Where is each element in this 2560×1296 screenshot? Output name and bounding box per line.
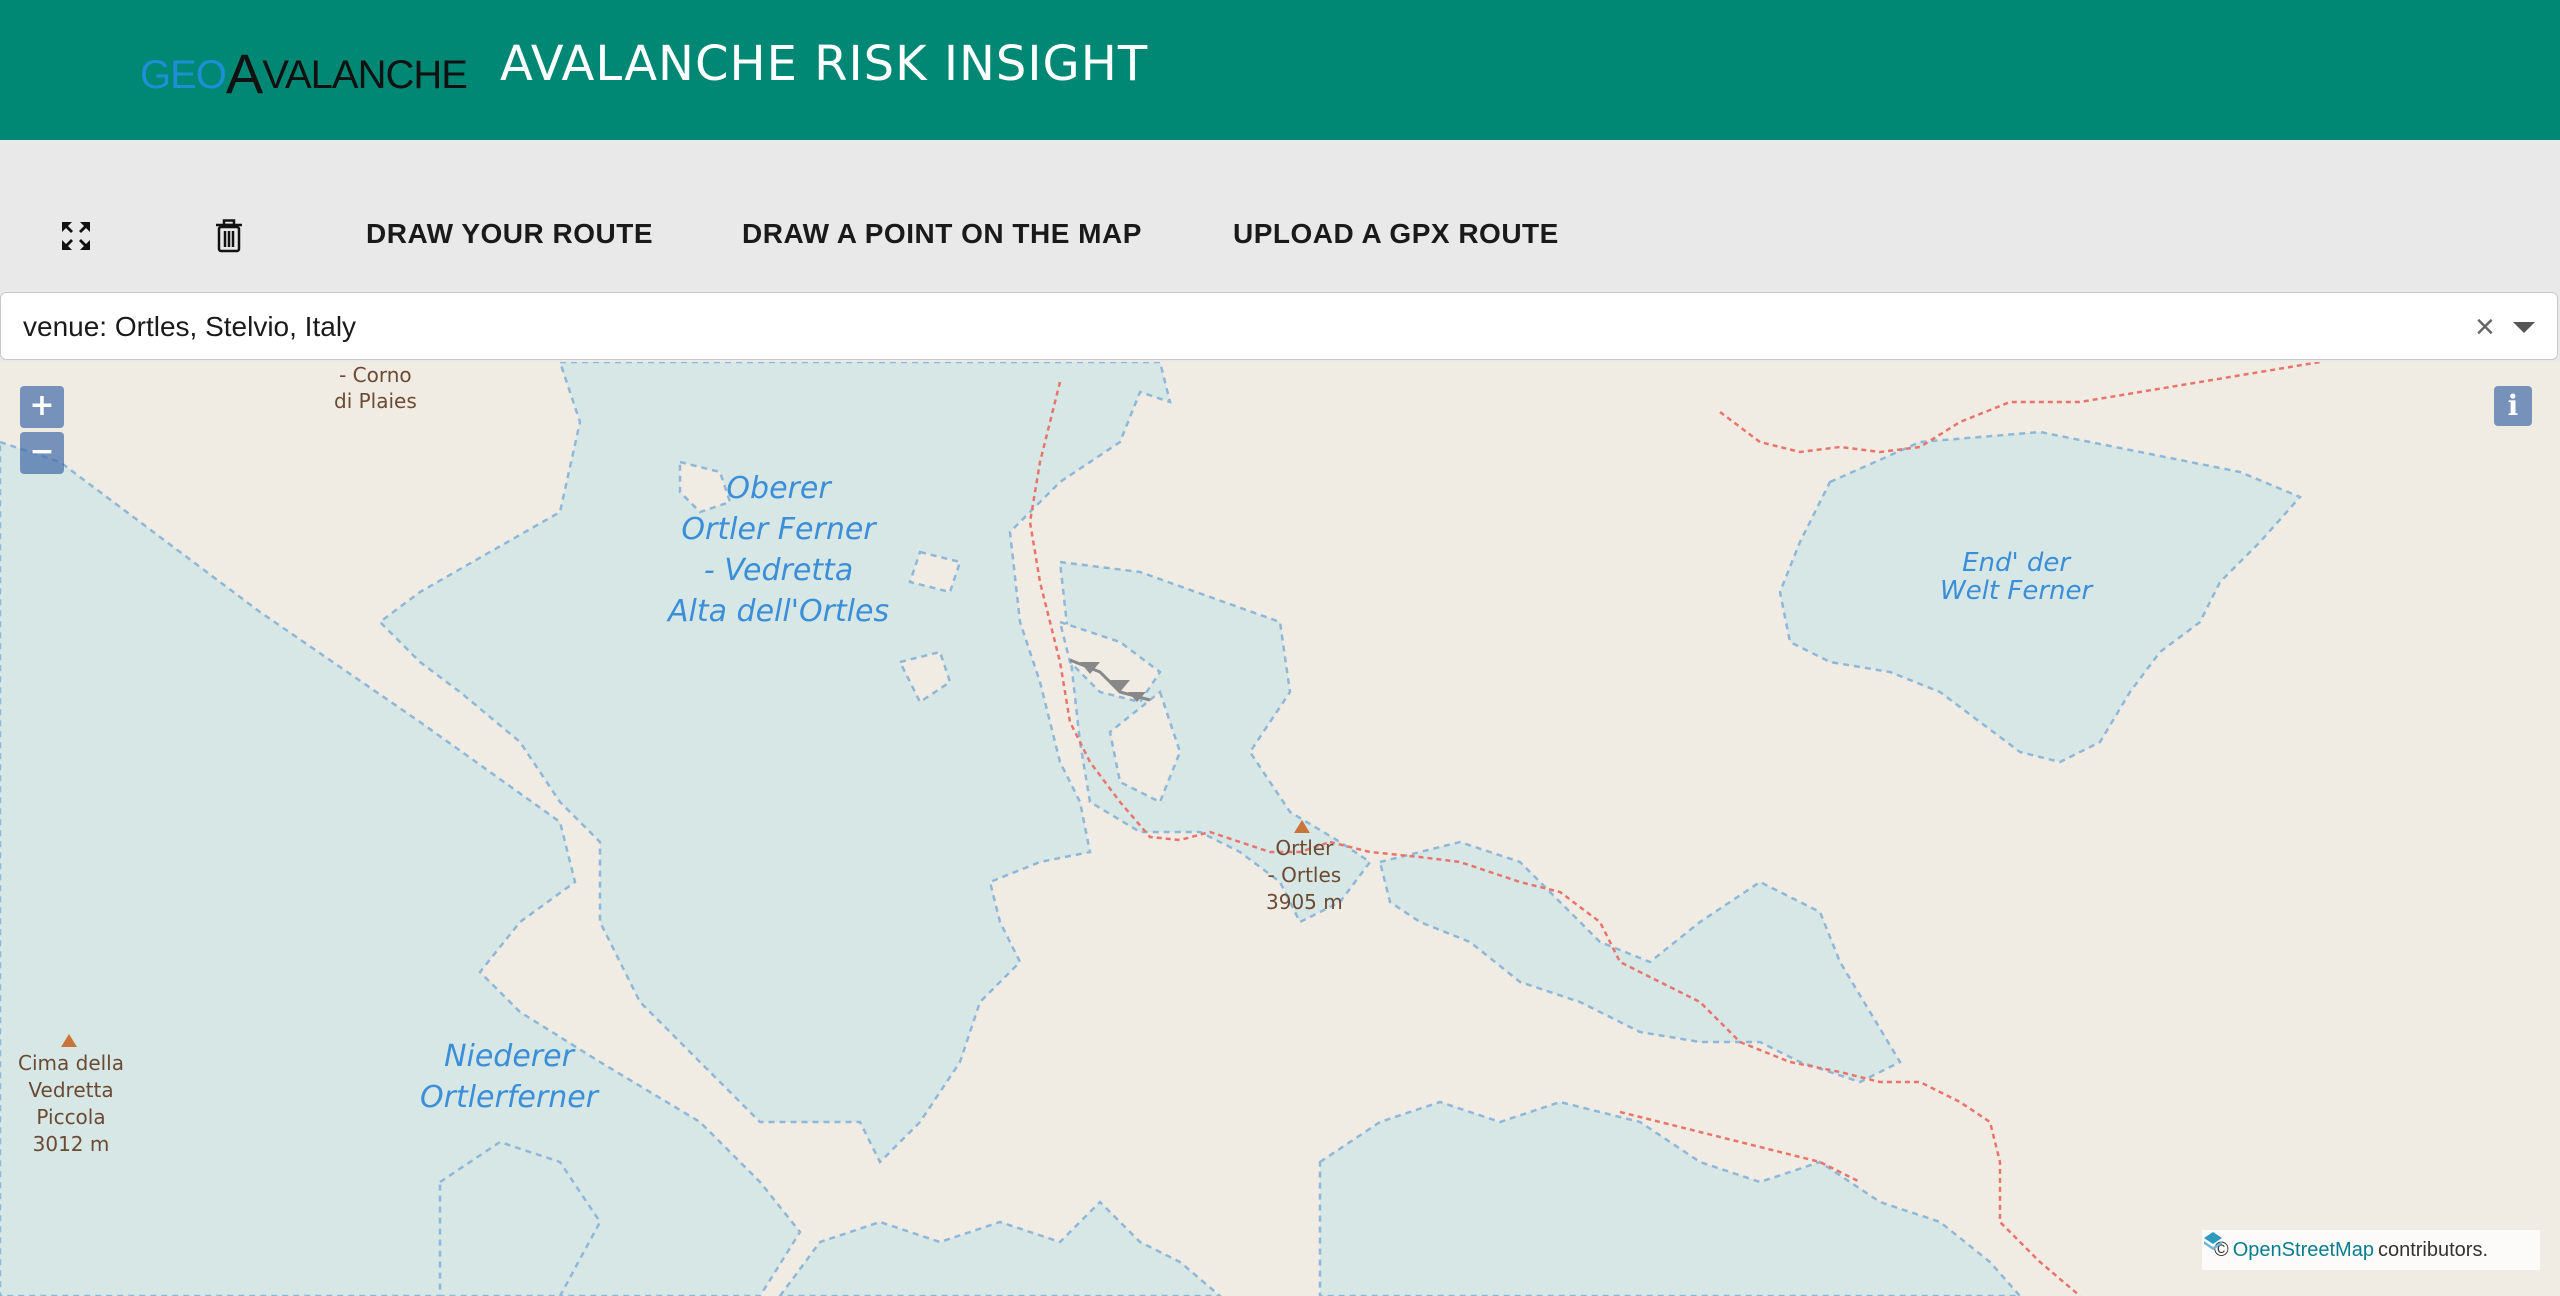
- label-line: - Vedretta: [703, 553, 854, 588]
- draw-point-button[interactable]: DRAW A POINT ON THE MAP: [742, 218, 1142, 250]
- label-line: Piccola: [36, 1105, 106, 1129]
- cima-della-vedretta-piccola-label: Cima della Vedretta Piccola 3012 m: [18, 1050, 124, 1158]
- map-info-button[interactable]: i: [2494, 386, 2532, 426]
- venue-select-value: venue: Ortles, Stelvio, Italy: [23, 311, 357, 342]
- label-line: Oberer: [726, 471, 831, 506]
- label-line: 3905 m: [1266, 890, 1343, 914]
- label-line: Niederer: [444, 1039, 574, 1074]
- trash-icon: [216, 219, 242, 253]
- label-line: 3012 m: [32, 1132, 110, 1156]
- map-attribution: © OpenStreetMap contributors.: [2202, 1230, 2540, 1270]
- app-header: GEO A VALANCHE AVALANCHE RISK INSIGHT: [0, 0, 2560, 140]
- map-toolbar: DRAW YOUR ROUTE DRAW A POINT ON THE MAP …: [0, 140, 2560, 292]
- label-line: Ortlerferner: [420, 1080, 598, 1115]
- zoom-in-button[interactable]: +: [20, 386, 64, 428]
- logo-valanche-text: VALANCHE: [262, 53, 468, 97]
- draw-route-button[interactable]: DRAW YOUR ROUTE: [366, 218, 653, 250]
- geoavalanche-logo[interactable]: GEO A VALANCHE: [140, 42, 468, 105]
- logo-a-text: A: [225, 42, 263, 105]
- label-line: - Ortles: [1267, 863, 1342, 887]
- label-line: Cima della: [18, 1051, 124, 1075]
- corno-di-plaies-label: - Corno di Plaies: [334, 362, 417, 414]
- chevron-down-icon[interactable]: [2513, 322, 2535, 333]
- clear-icon[interactable]: ×: [2475, 307, 2495, 347]
- label-line: Alta dell'Ortles: [668, 594, 890, 629]
- map-tiles: [0, 362, 2321, 1296]
- end-der-welt-ferner-label: End' der Welt Ferner: [1940, 549, 2092, 605]
- label-line: Vedretta: [28, 1078, 114, 1102]
- label-line: Ortler Ferner: [681, 512, 876, 547]
- label-line: - Corno: [339, 363, 412, 387]
- attribution-suffix: contributors.: [2377, 1238, 2489, 1261]
- peak-marker-icon: [1294, 820, 1310, 833]
- logo-geo-text: GEO: [140, 53, 227, 97]
- label-line: End' der: [1962, 548, 2071, 578]
- expand-arrows-icon: [62, 222, 90, 250]
- delete-button[interactable]: [207, 214, 251, 258]
- label-line: Ortler: [1275, 836, 1334, 860]
- zoom-out-button[interactable]: −: [20, 432, 64, 474]
- upload-gpx-button[interactable]: UPLOAD A GPX ROUTE: [1233, 218, 1559, 250]
- fullscreen-button[interactable]: [54, 214, 98, 258]
- oberer-ortler-ferner-label: Oberer Ortler Ferner - Vedretta Alta del…: [668, 468, 889, 632]
- label-line: Welt Ferner: [1940, 576, 2093, 606]
- peak-marker-icon: [61, 1034, 77, 1047]
- label-line: di Plaies: [334, 389, 417, 413]
- venue-select[interactable]: venue: Ortles, Stelvio, Italy ×: [0, 292, 2558, 360]
- page-title: AVALANCHE RISK INSIGHT: [500, 36, 1149, 92]
- openlayers-logo-icon: [2204, 1232, 2222, 1250]
- openstreetmap-link[interactable]: OpenStreetMap: [2233, 1239, 2374, 1262]
- ortler-peak-label: Ortler - Ortles 3905 m: [1266, 835, 1343, 916]
- niederer-ortlerferner-label: Niederer Ortlerferner: [420, 1036, 598, 1118]
- map-canvas[interactable]: Oberer Ortler Ferner - Vedretta Alta del…: [0, 362, 2560, 1296]
